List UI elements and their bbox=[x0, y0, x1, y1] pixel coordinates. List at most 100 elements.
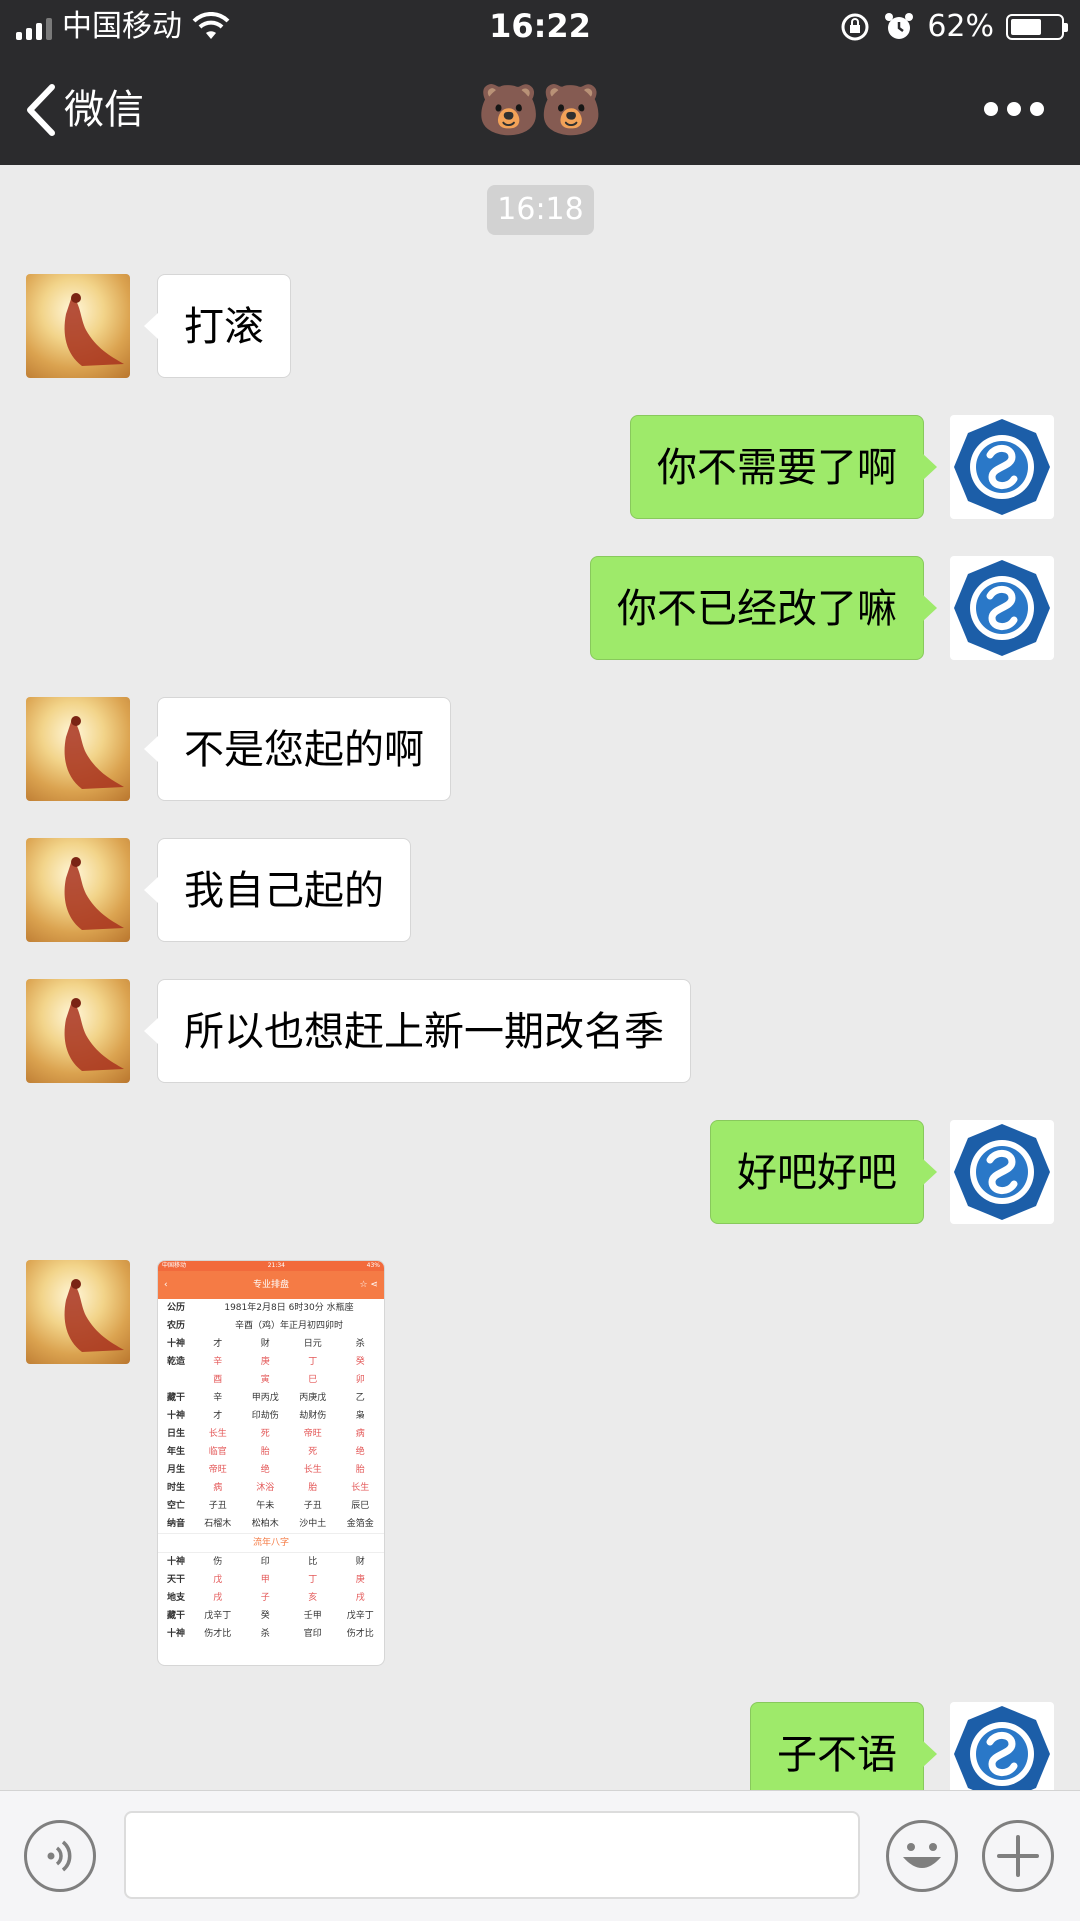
voice-input-button[interactable] bbox=[24, 1820, 96, 1892]
message-bubble-incoming[interactable]: 我自己起的 bbox=[144, 838, 411, 942]
screenshot-cell: 辛 bbox=[213, 1393, 223, 1403]
message-bubble-outgoing[interactable]: 你不需要了啊 bbox=[630, 415, 937, 519]
screenshot-row: 藏干 戊辛丁 癸 壬甲 戊辛丁 bbox=[158, 1607, 384, 1625]
input-bar bbox=[0, 1790, 1080, 1921]
screenshot-cell: 丙庚戊 bbox=[299, 1393, 327, 1403]
screenshot-star-share-icon: ☆ ⋖ bbox=[359, 1280, 378, 1290]
screenshot-cell: 子丑 bbox=[208, 1501, 227, 1511]
screenshot-label: 公历 bbox=[166, 1303, 185, 1313]
screenshot-row: 时生 病 沐浴 胎 长生 bbox=[158, 1479, 384, 1497]
screenshot-cell: 辰巳 bbox=[351, 1501, 370, 1511]
screenshot-cell: 绝 bbox=[355, 1447, 365, 1457]
screenshot-row: 酉寅巳卯 bbox=[158, 1371, 384, 1389]
emoji-button[interactable] bbox=[886, 1820, 958, 1892]
more-options-button[interactable] bbox=[984, 99, 1044, 119]
screenshot-label: 时生 bbox=[166, 1483, 185, 1493]
screenshot-label: 藏干 bbox=[166, 1611, 185, 1621]
screenshot-row: 日生 长生 死 帝旺 病 bbox=[158, 1425, 384, 1443]
voice-icon bbox=[47, 1840, 72, 1872]
screenshot-cell: 长生 bbox=[208, 1429, 227, 1439]
screenshot-label: 十神 bbox=[166, 1339, 185, 1349]
screenshot-cell: 印劫伤 bbox=[251, 1411, 279, 1421]
user-avatar[interactable] bbox=[950, 556, 1054, 660]
message-input[interactable] bbox=[124, 1811, 860, 1899]
contact-avatar[interactable] bbox=[26, 274, 130, 378]
contact-avatar[interactable] bbox=[26, 838, 130, 942]
screenshot-cell: 胎 bbox=[355, 1465, 365, 1475]
screenshot-cell: 死 bbox=[308, 1447, 318, 1457]
screenshot-cell: 伤才比 bbox=[346, 1629, 374, 1639]
screenshot-cell: 子 bbox=[260, 1593, 270, 1603]
image-message[interactable]: 中国移动 21:34 43% ‹ 专业排盘 ☆ ⋖ 公历 1981年2月8日 6… bbox=[157, 1260, 385, 1666]
screenshot-cell: 绝 bbox=[260, 1465, 270, 1475]
screenshot-title: 专业排盘 bbox=[252, 1280, 289, 1290]
screenshot-cell: 长生 bbox=[303, 1465, 322, 1475]
screenshot-cell: 庚 bbox=[260, 1357, 270, 1367]
smiley-icon bbox=[903, 1843, 941, 1868]
screenshot-label: 十神 bbox=[166, 1557, 185, 1567]
screenshot-cell: 午未 bbox=[256, 1501, 275, 1511]
message-bubble-incoming[interactable]: 不是您起的啊 bbox=[144, 697, 451, 801]
status-right: 62% bbox=[839, 8, 1068, 46]
message-bubble-outgoing[interactable]: 好吧好吧 bbox=[710, 1120, 937, 1224]
screenshot-row: 年生 临官 胎 死 绝 bbox=[158, 1443, 384, 1461]
screenshot-cell: 丁 bbox=[308, 1575, 318, 1585]
screenshot-cell: 戌 bbox=[355, 1593, 365, 1603]
screenshot-cell: 印 bbox=[260, 1557, 270, 1567]
screenshot-back-icon: ‹ bbox=[164, 1280, 168, 1290]
screenshot-cell: 官印 bbox=[303, 1629, 322, 1639]
screenshot-cell: 杀 bbox=[355, 1339, 365, 1349]
screenshot-cell: 胎 bbox=[308, 1483, 318, 1493]
screenshot-label: 十神 bbox=[166, 1629, 185, 1639]
screenshot-cell: 伤 bbox=[213, 1557, 223, 1567]
message-bubble-incoming[interactable]: 所以也想赶上新一期改名季 bbox=[144, 979, 691, 1083]
screenshot-row: 农历 辛酉（鸡）年正月初四卯时 bbox=[158, 1317, 384, 1335]
screenshot-row: 十神 伤才比 杀 官印 伤才比 bbox=[158, 1625, 384, 1643]
screenshot-cell: 病 bbox=[355, 1429, 365, 1439]
screenshot-table-bottom: 十神伤印比财天干戊甲丁庚地支戌子亥戌藏干 戊辛丁癸壬甲 戊辛丁 十神 伤才比杀官印 伤才比 bbox=[158, 1553, 384, 1643]
screenshot-cell: 劫财伤 bbox=[299, 1411, 327, 1421]
more-actions-button[interactable] bbox=[982, 1820, 1054, 1892]
screenshot-cell: 松柏木 bbox=[251, 1519, 279, 1529]
contact-avatar[interactable] bbox=[26, 697, 130, 801]
screenshot-row: 藏干 辛 甲丙戊 丙庚戊 乙 bbox=[158, 1389, 384, 1407]
screenshot-cell: 甲 bbox=[260, 1575, 270, 1585]
screenshot-label: 空亡 bbox=[166, 1501, 185, 1511]
screenshot-cell: 财 bbox=[260, 1339, 270, 1349]
screenshot-cell: 寅 bbox=[260, 1375, 270, 1385]
screenshot-cell: 才 bbox=[213, 1411, 223, 1421]
screenshot-cell: 辛 bbox=[213, 1357, 223, 1367]
screenshot-label: 藏干 bbox=[166, 1393, 185, 1403]
screenshot-cell: 杀 bbox=[260, 1629, 270, 1639]
screenshot-time: 21:34 bbox=[267, 1262, 285, 1269]
screenshot-carrier: 中国移动 bbox=[162, 1262, 187, 1269]
screenshot-label: 乾造 bbox=[166, 1357, 185, 1367]
message-bubble-incoming[interactable]: 打滚 bbox=[144, 274, 291, 378]
screenshot-value: 1981年2月8日 6时30分 水瓶座 bbox=[224, 1303, 354, 1313]
screenshot-label: 月生 bbox=[166, 1465, 185, 1475]
user-avatar[interactable] bbox=[950, 1120, 1054, 1224]
screenshot-row: 十神 才 财 日元 杀 bbox=[158, 1335, 384, 1353]
screenshot-row: 空亡 子丑 午未 子丑 辰巳 bbox=[158, 1497, 384, 1515]
message-bubble-outgoing[interactable]: 你不已经改了嘛 bbox=[590, 556, 937, 660]
screenshot-row: 月生 帝旺 绝 长生 胎 bbox=[158, 1461, 384, 1479]
screenshot-cell: 日元 bbox=[303, 1339, 322, 1349]
contact-avatar[interactable] bbox=[26, 1260, 130, 1364]
battery-icon bbox=[1006, 14, 1068, 40]
screenshot-cell: 伤才比 bbox=[204, 1629, 232, 1639]
screenshot-cell: 石榴木 bbox=[204, 1519, 232, 1529]
screenshot-cell: 戊 bbox=[213, 1575, 223, 1585]
screenshot-cell: 戊辛丁 bbox=[346, 1611, 374, 1621]
screenshot-row: 乾造 辛 庚 丁 癸 bbox=[158, 1353, 384, 1371]
screenshot-cell: 金箔金 bbox=[346, 1519, 374, 1529]
screenshot-cell: 巳 bbox=[308, 1375, 318, 1385]
contact-avatar[interactable] bbox=[26, 979, 130, 1083]
screenshot-cell: 胎 bbox=[260, 1447, 270, 1457]
status-bar: 中国移动 16:22 62% bbox=[0, 0, 1080, 55]
screenshot-value: 辛酉（鸡）年正月初四卯时 bbox=[234, 1321, 343, 1331]
screenshot-cell: 癸 bbox=[355, 1357, 365, 1367]
screenshot-row: 公历 1981年2月8日 6时30分 水瓶座 bbox=[158, 1299, 384, 1317]
screenshot-cell: 沙中土 bbox=[299, 1519, 327, 1529]
rotation-lock-icon bbox=[841, 13, 869, 41]
user-avatar[interactable] bbox=[950, 415, 1054, 519]
